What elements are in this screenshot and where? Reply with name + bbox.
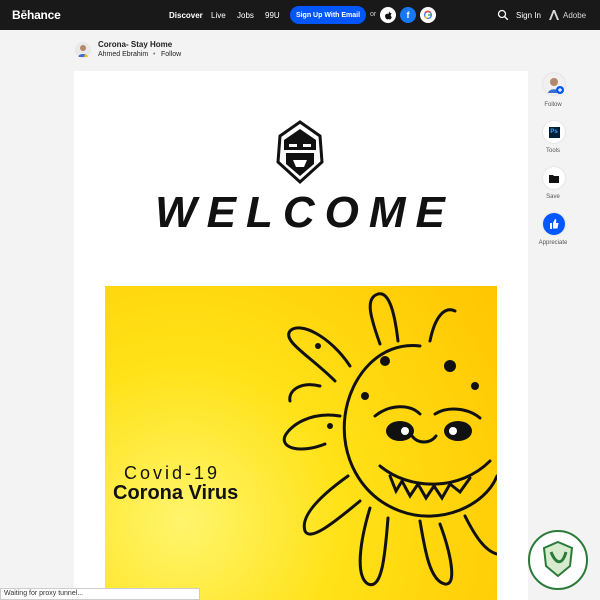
sidebar-tools-label: Tools bbox=[545, 148, 560, 154]
folder-icon bbox=[549, 174, 559, 183]
owner-avatar[interactable] bbox=[75, 42, 91, 58]
behance-logo[interactable]: Bēhance bbox=[12, 8, 61, 22]
sidebar-follow-button[interactable] bbox=[543, 73, 565, 95]
nav-live[interactable]: Live bbox=[211, 11, 226, 20]
facebook-icon[interactable]: f bbox=[400, 7, 416, 23]
virus-illustration-icon bbox=[282, 292, 497, 587]
shield-badge-icon bbox=[528, 530, 588, 590]
adobe-link[interactable]: Adobe bbox=[563, 11, 586, 20]
separator-dot: • bbox=[153, 51, 156, 58]
sidebar-appreciate-button[interactable] bbox=[543, 213, 565, 235]
sidebar-follow-label: Follow bbox=[544, 102, 562, 108]
sidebar-appreciate-label: Appreciate bbox=[538, 240, 568, 246]
status-bar: Waiting for proxy tunnel... bbox=[0, 588, 200, 600]
sidebar-save-label: Save bbox=[546, 194, 560, 200]
nav-discover[interactable]: Discover bbox=[169, 11, 203, 20]
sidebar-save-button[interactable] bbox=[543, 167, 565, 189]
covid-label: Covid-19 bbox=[124, 463, 221, 483]
signin-link[interactable]: Sign In bbox=[516, 11, 541, 20]
gorilla-logo-icon bbox=[276, 120, 324, 185]
follow-link[interactable]: Follow bbox=[161, 51, 181, 58]
sidebar-tools-button[interactable]: Ps bbox=[543, 121, 565, 143]
adobe-icon[interactable] bbox=[549, 10, 559, 20]
corona-virus-label: Corona Virus bbox=[113, 482, 239, 504]
top-bar: Bēhance Discover Live Jobs 99U Sign Up W… bbox=[0, 0, 600, 30]
google-icon[interactable] bbox=[420, 7, 436, 23]
thumbs-up-icon bbox=[550, 219, 559, 229]
or-text: or bbox=[370, 11, 377, 18]
signup-email-button[interactable]: Sign Up With Email bbox=[290, 6, 366, 24]
nav-99u[interactable]: 99U bbox=[265, 11, 280, 20]
owner-name-link[interactable]: Ahmed Ebrahim bbox=[98, 51, 148, 58]
welcome-heading: WELCOME bbox=[155, 188, 455, 237]
search-icon[interactable] bbox=[497, 9, 509, 21]
project-title: Corona- Stay Home bbox=[98, 40, 173, 49]
photoshop-icon: Ps bbox=[548, 126, 560, 138]
apple-icon[interactable] bbox=[380, 7, 396, 23]
corona-hero-image: Covid-19 Corona Virus bbox=[105, 286, 497, 600]
nav-jobs[interactable]: Jobs bbox=[237, 11, 254, 20]
